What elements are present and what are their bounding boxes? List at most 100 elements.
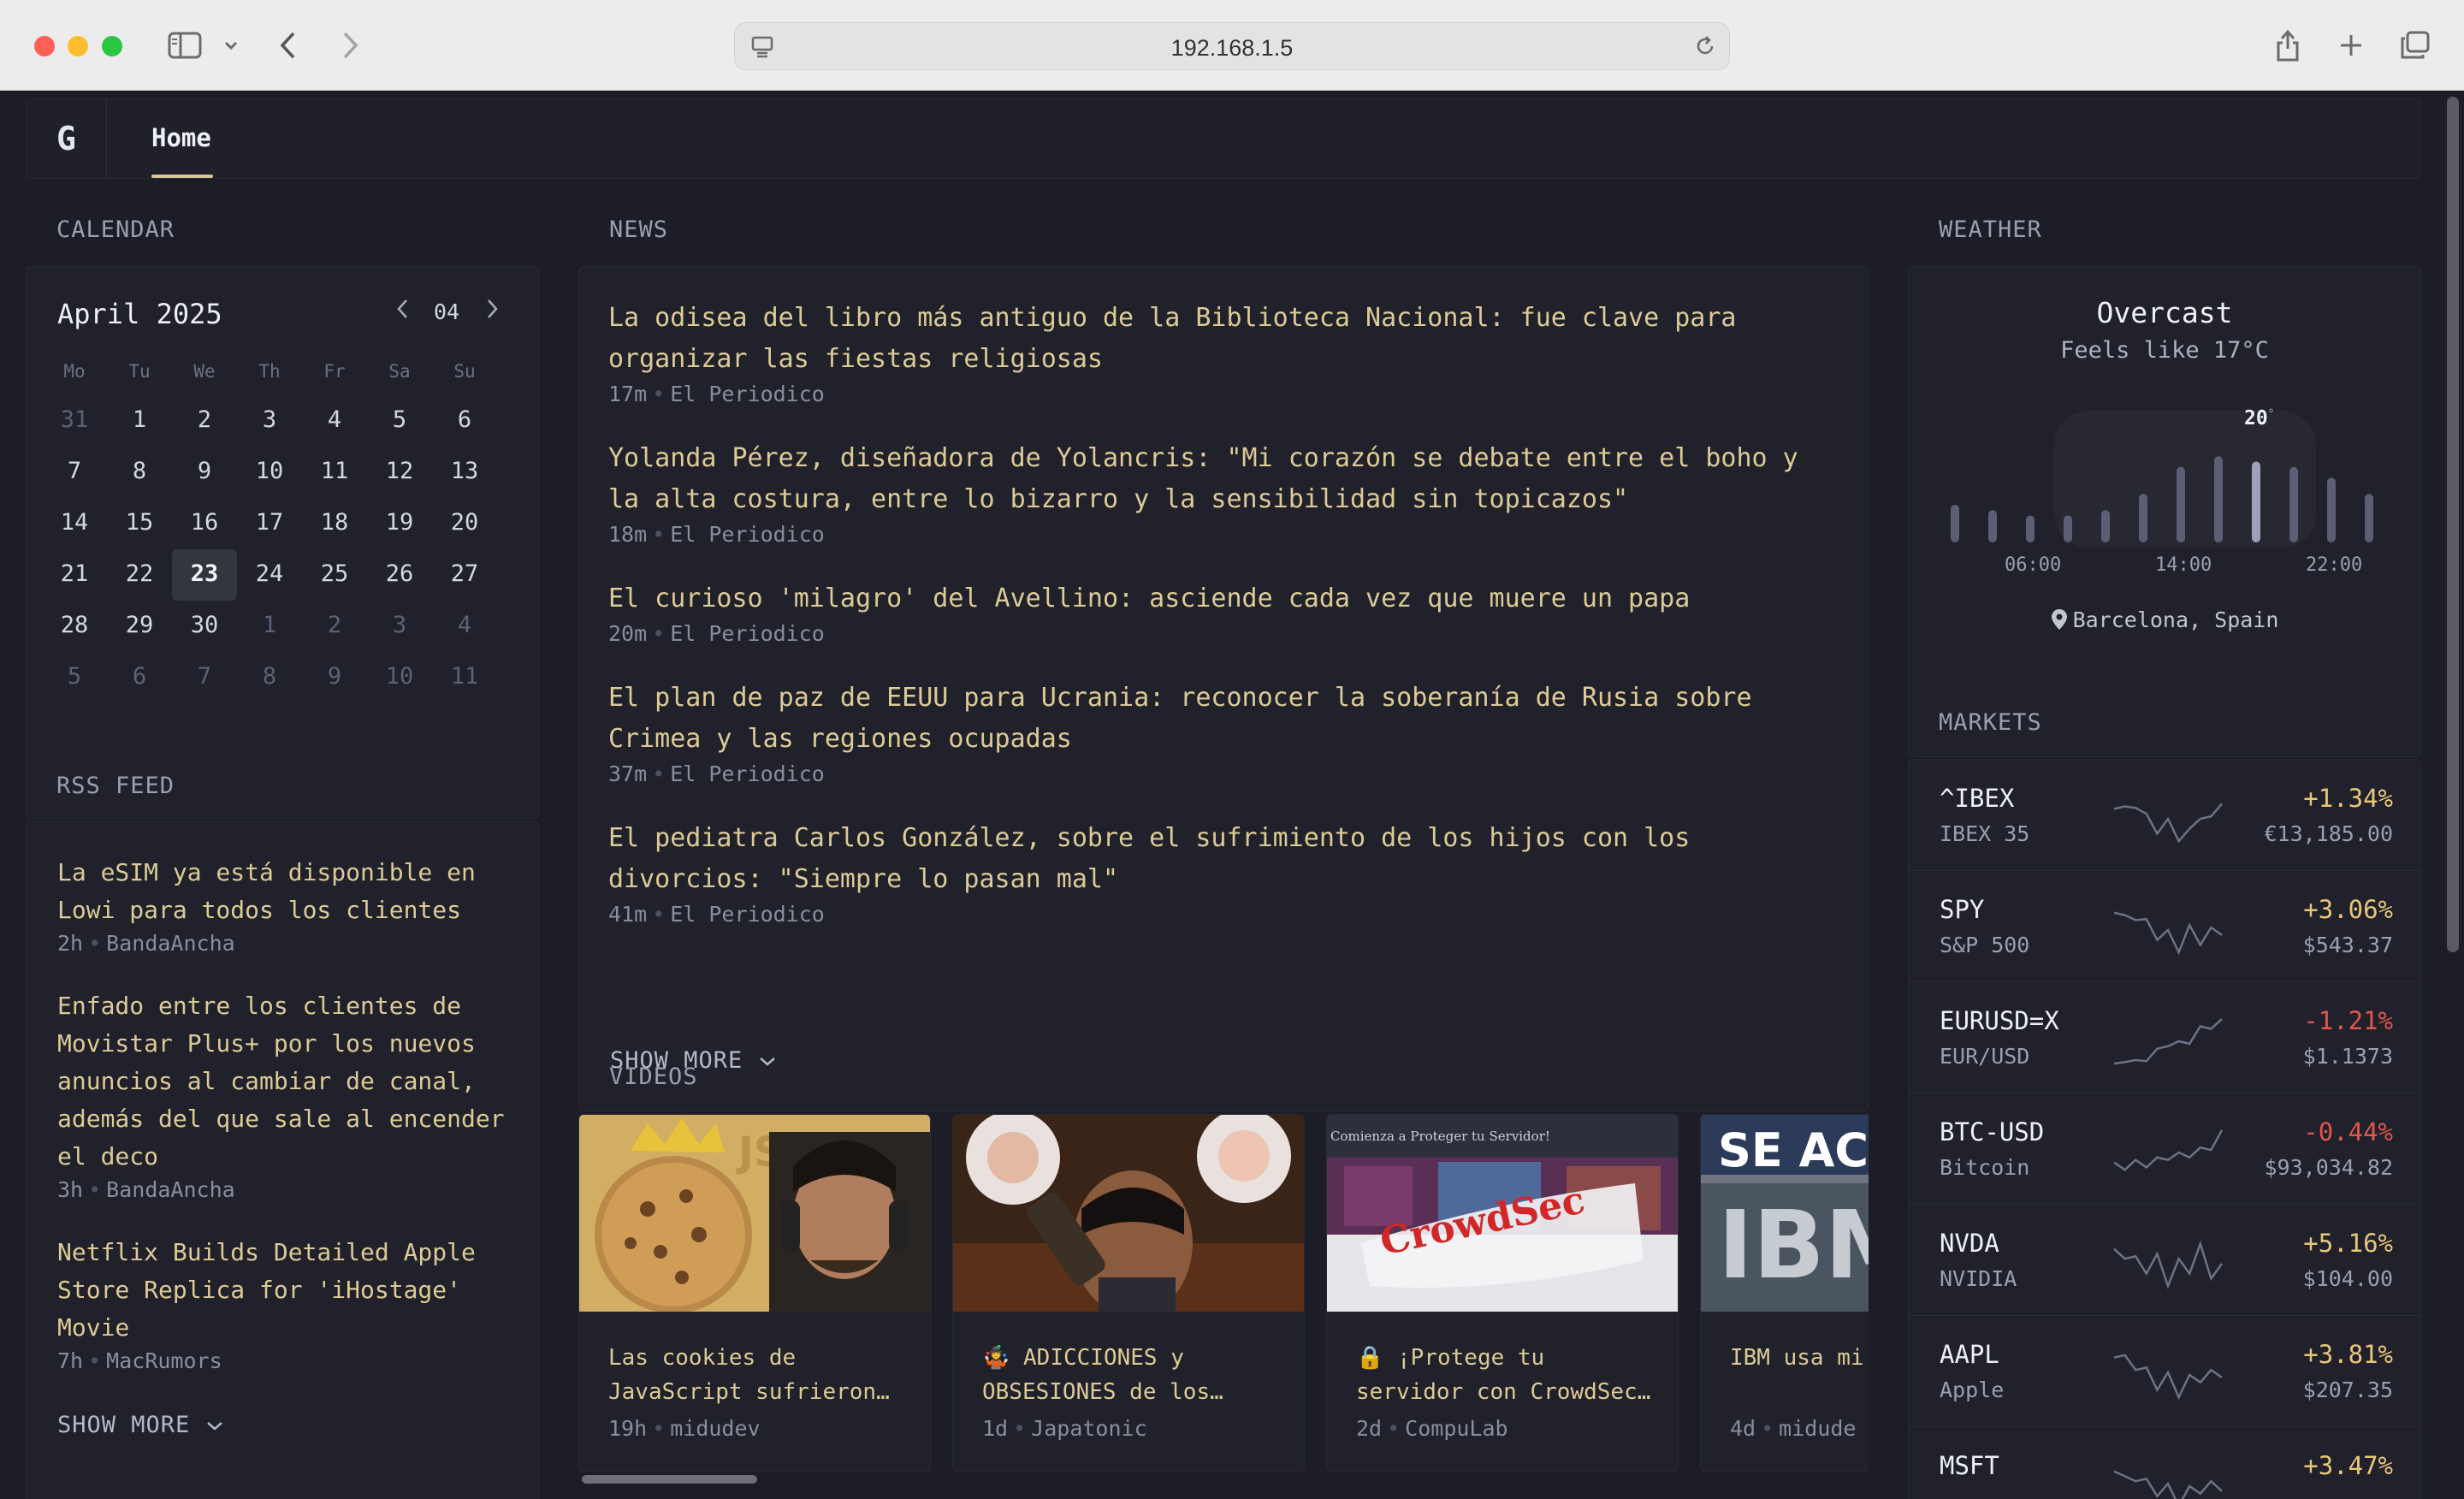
video-card[interactable]: 🤹 ADICCIONES y OBSESIONES de los… 1d • Jap… (952, 1114, 1305, 1472)
calendar-day[interactable]: 9 (172, 447, 237, 498)
calendar-day[interactable]: 10 (237, 447, 302, 498)
calendar-day[interactable]: 8 (237, 652, 302, 703)
rss-item[interactable]: Netflix Builds Detailed Apple Store Repl… (57, 1234, 536, 1373)
app-logo[interactable]: G (27, 99, 107, 178)
sidebar-toggle-icon[interactable] (166, 26, 204, 65)
calendar-day[interactable]: 20 (432, 498, 497, 549)
market-symbol[interactable]: ^IBEX (1940, 784, 2014, 813)
news-item-title[interactable]: El curioso 'milagro' del Avellino: ascie… (608, 578, 1840, 619)
chevron-down-icon[interactable] (221, 26, 241, 65)
calendar-day[interactable]: 12 (367, 447, 432, 498)
video-title[interactable]: 🤹 ADICCIONES y OBSESIONES de los… (982, 1341, 1290, 1409)
calendar-day[interactable]: 11 (432, 652, 497, 703)
news-item-title[interactable]: Yolanda Pérez, diseñadora de Yolancris: … (608, 438, 1840, 520)
video-thumbnail[interactable]: JS (579, 1115, 930, 1312)
video-title[interactable]: 🔒 ¡Protege tu servidor con CrowdSec… (1356, 1341, 1664, 1409)
calendar-day[interactable]: 15 (107, 498, 172, 549)
calendar-day[interactable]: 13 (432, 447, 497, 498)
calendar-day[interactable]: 5 (42, 652, 107, 703)
nav-home-link[interactable]: Home (151, 123, 211, 152)
news-item[interactable]: El plan de paz de EEUU para Ucrania: rec… (608, 678, 1840, 786)
calendar-day[interactable]: 29 (107, 601, 172, 652)
calendar-day[interactable]: 26 (367, 549, 432, 601)
news-item[interactable]: La odisea del libro más antiguo de la Bi… (608, 298, 1840, 406)
videos-horizontal-scrollbar[interactable] (582, 1475, 757, 1484)
calendar-day[interactable]: 21 (42, 549, 107, 601)
next-month-button[interactable] (483, 296, 500, 329)
calendar-day[interactable]: 9 (302, 652, 367, 703)
address-bar[interactable]: 192.168.1.5 (734, 22, 1730, 70)
video-card[interactable]: CrowdSec Comienza a Proteger tu Servidor… (1326, 1114, 1679, 1472)
calendar-day[interactable]: 2 (172, 395, 237, 447)
calendar-day[interactable]: 4 (302, 395, 367, 447)
calendar-day[interactable]: 14 (42, 498, 107, 549)
rss-item-title[interactable]: Enfado entre los clientes de Movistar Pl… (57, 987, 536, 1176)
calendar-day[interactable]: 16 (172, 498, 237, 549)
calendar-day[interactable]: 1 (107, 395, 172, 447)
market-row[interactable]: AAPL Apple +3.81% $207.35 (1909, 1316, 2420, 1427)
video-thumbnail[interactable]: SE ACAB IBM (1701, 1115, 1869, 1312)
calendar-day[interactable]: 25 (302, 549, 367, 601)
rss-item[interactable]: La eSIM ya está disponible en Lowi para … (57, 854, 536, 956)
page-scrollbar[interactable] (2447, 97, 2459, 952)
tab-overview-icon[interactable] (2396, 26, 2433, 65)
share-icon[interactable] (2271, 26, 2305, 65)
news-item-title[interactable]: El pediatra Carlos González, sobre el su… (608, 818, 1840, 900)
market-row[interactable]: ^IBEX IBEX 35 +1.34% €13,185.00 (1909, 760, 2420, 871)
calendar-day[interactable]: 4 (432, 601, 497, 652)
calendar-day[interactable]: 6 (107, 652, 172, 703)
calendar-day[interactable]: 7 (172, 652, 237, 703)
zoom-window-button[interactable] (102, 36, 122, 56)
video-card[interactable]: JS Las cookies de JavaScript sufrieron… (578, 1114, 931, 1472)
new-tab-icon[interactable] (2334, 26, 2368, 65)
prev-month-button[interactable] (394, 296, 412, 329)
calendar-day[interactable]: 17 (237, 498, 302, 549)
market-symbol[interactable]: NVDA (1940, 1229, 1999, 1258)
market-symbol[interactable]: MSFT (1940, 1451, 1999, 1480)
calendar-day[interactable]: 2 (302, 601, 367, 652)
market-symbol[interactable]: BTC-USD (1940, 1117, 2044, 1146)
reload-icon[interactable] (1690, 28, 1721, 64)
market-row[interactable]: NVDA NVIDIA +5.16% $104.00 (1909, 1205, 2420, 1316)
calendar-day[interactable]: 22 (107, 549, 172, 601)
calendar-day[interactable]: 19 (367, 498, 432, 549)
calendar-day[interactable]: 7 (42, 447, 107, 498)
calendar-day[interactable]: 18 (302, 498, 367, 549)
video-title[interactable]: IBM usa mi Python (1730, 1341, 1869, 1375)
rss-item[interactable]: Enfado entre los clientes de Movistar Pl… (57, 987, 536, 1202)
calendar-day[interactable]: 28 (42, 601, 107, 652)
calendar-day[interactable]: 1 (237, 601, 302, 652)
news-item-title[interactable]: El plan de paz de EEUU para Ucrania: rec… (608, 678, 1840, 760)
calendar-day[interactable]: 3 (367, 601, 432, 652)
rss-item-title[interactable]: La eSIM ya está disponible en Lowi para … (57, 854, 536, 929)
videos-carousel[interactable]: JS Las cookies de JavaScript sufrieron… (578, 947, 1869, 1478)
news-item[interactable]: Yolanda Pérez, diseñadora de Yolancris: … (608, 438, 1840, 547)
calendar-day[interactable]: 24 (237, 549, 302, 601)
market-row[interactable]: EURUSD=X EUR/USD -1.21% $1.1373 (1909, 982, 2420, 1093)
market-row[interactable]: MSFT +3.47% (1909, 1427, 2420, 1499)
calendar-day-today[interactable]: 23 (172, 549, 237, 601)
video-card[interactable]: SE ACAB IBM IBM usa mi Python 4d•midude (1700, 1114, 1869, 1472)
rss-item-title[interactable]: Netflix Builds Detailed Apple Store Repl… (57, 1234, 536, 1347)
video-thumbnail[interactable]: CrowdSec Comienza a Proteger tu Servidor… (1327, 1115, 1678, 1312)
news-item[interactable]: El curioso 'milagro' del Avellino: ascie… (608, 578, 1840, 646)
calendar-day[interactable]: 5 (367, 395, 432, 447)
news-item[interactable]: El pediatra Carlos González, sobre el su… (608, 818, 1840, 927)
calendar-day[interactable]: 11 (302, 447, 367, 498)
market-symbol[interactable]: EURUSD=X (1940, 1006, 2059, 1035)
calendar-day[interactable]: 8 (107, 447, 172, 498)
market-symbol[interactable]: AAPL (1940, 1340, 1999, 1369)
back-icon[interactable] (272, 26, 305, 65)
video-thumbnail[interactable] (953, 1115, 1304, 1312)
calendar-day[interactable]: 3 (237, 395, 302, 447)
minimize-window-button[interactable] (68, 36, 88, 56)
market-row[interactable]: BTC-USD Bitcoin -0.44% $93,034.82 (1909, 1093, 2420, 1205)
market-symbol[interactable]: SPY (1940, 895, 1984, 924)
calendar-day[interactable]: 27 (432, 549, 497, 601)
calendar-day[interactable]: 6 (432, 395, 497, 447)
video-title[interactable]: Las cookies de JavaScript sufrieron… (608, 1341, 916, 1409)
calendar-day[interactable]: 30 (172, 601, 237, 652)
close-window-button[interactable] (34, 36, 55, 56)
calendar-day[interactable]: 31 (42, 395, 107, 447)
news-item-title[interactable]: La odisea del libro más antiguo de la Bi… (608, 298, 1840, 380)
